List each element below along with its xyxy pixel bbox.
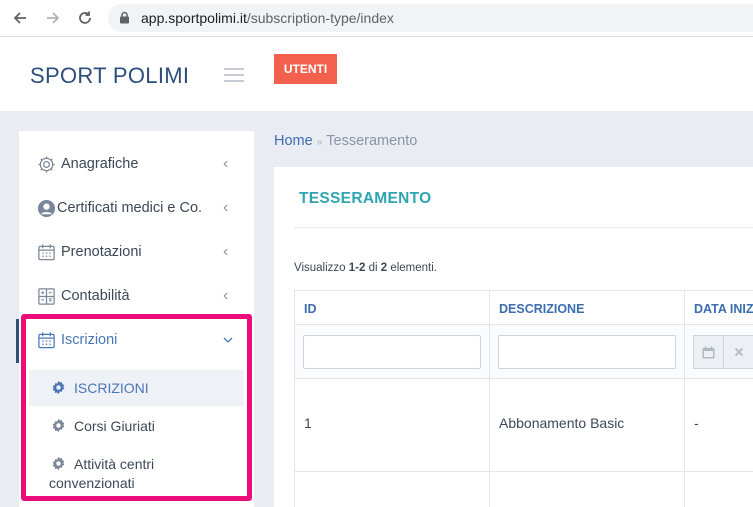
breadcrumb-current: Tesseramento (326, 133, 418, 149)
data-grid: ID DESCRIZIONE DATA INIZIO 1 Abbonamento… (294, 290, 753, 507)
clear-icon[interactable] (724, 336, 753, 368)
sidebar-item-certificati[interactable]: Certificati medici e Co. ‹ (19, 186, 254, 230)
hamburger-menu-icon[interactable] (224, 68, 244, 82)
sidebar-item-label: Contabilità (61, 288, 130, 304)
sidebar-item-label: Certificati medici e Co. (57, 200, 203, 216)
sidebar-item-label: Anagrafiche (61, 156, 139, 172)
grid-summary: Visualizzo 1-2 di 2 elementi. (294, 262, 437, 274)
url-host: app.sportpolimi.it (141, 10, 247, 26)
chevron-left-icon: ‹ (223, 199, 229, 216)
summary-prefix: Visualizzo (294, 262, 349, 274)
row-divider (295, 324, 753, 325)
sidebar-item-contabilita[interactable]: Contabilità ‹ (19, 274, 254, 318)
filter-descrizione-input[interactable] (498, 335, 676, 369)
date-filter-group (693, 335, 753, 369)
chevron-left-icon: ‹ (223, 287, 229, 304)
chevron-left-icon: ‹ (223, 155, 229, 172)
user-circle-icon (37, 199, 56, 217)
url-text: app.sportpolimi.it/subscription-type/ind… (141, 10, 394, 26)
filter-id-input[interactable] (303, 335, 481, 369)
page-title: TESSERAMENTO (299, 190, 432, 207)
reload-icon[interactable] (73, 6, 97, 30)
row-divider (295, 378, 753, 379)
summary-mid: di (365, 262, 381, 274)
back-arrow-icon[interactable] (8, 6, 32, 30)
forward-arrow-icon[interactable] (41, 6, 65, 30)
brand-logo-text[interactable]: SPORT POLIMI (30, 63, 189, 89)
utenti-button[interactable]: UTENTI (274, 54, 337, 84)
column-header-data-inizio[interactable]: DATA INIZIO (694, 302, 753, 316)
ledger-icon (38, 287, 55, 305)
browser-toolbar: app.sportpolimi.it/subscription-type/ind… (0, 0, 753, 37)
breadcrumb-separator: » (316, 137, 323, 148)
breadcrumb-home-link[interactable]: Home (274, 133, 313, 149)
url-path: /subscription-type/index (246, 10, 394, 26)
cell-data-inizio: - (694, 415, 699, 431)
gear-icon (38, 155, 55, 173)
sidebar-item-label: Prenotazioni (61, 244, 142, 260)
divider (294, 227, 753, 228)
lock-icon (119, 11, 130, 29)
main-panel: TESSERAMENTO Visualizzo 1-2 di 2 element… (274, 167, 753, 507)
summary-suffix: elementi. (387, 262, 437, 274)
address-bar[interactable]: app.sportpolimi.it/subscription-type/ind… (108, 4, 753, 32)
chevron-left-icon: ‹ (223, 243, 229, 260)
column-header-descrizione[interactable]: DESCRIZIONE (499, 302, 584, 316)
app-header: SPORT POLIMI UTENTI (0, 37, 753, 111)
cell-descrizione: Abbonamento Basic (499, 415, 625, 431)
sidebar-item-anagrafiche[interactable]: Anagrafiche ‹ (19, 142, 254, 186)
summary-range: 1-2 (348, 262, 366, 274)
row-divider (295, 471, 753, 472)
breadcrumb: Home» Tesseramento (274, 133, 417, 149)
column-header-id[interactable]: ID (304, 302, 317, 316)
cell-id: 1 (304, 415, 312, 431)
calendar-icon[interactable] (694, 336, 724, 368)
calendar-icon (38, 243, 55, 260)
highlight-annotation-box (21, 314, 252, 501)
sidebar-item-prenotazioni[interactable]: Prenotazioni ‹ (19, 230, 254, 274)
